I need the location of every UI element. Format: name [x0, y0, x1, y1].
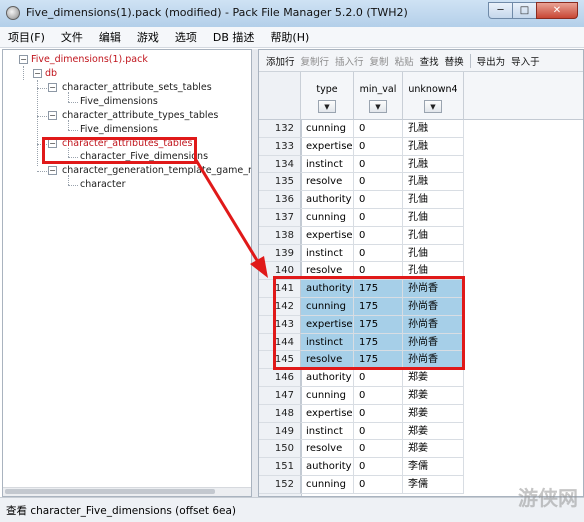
status-text: 查看 character_Five_dimensions (offset 6ea… — [6, 505, 236, 517]
watermark-logo: 游侠网 — [518, 486, 578, 510]
app-window: Five_dimensions(1).pack (modified) - Pac… — [0, 0, 584, 522]
status-bar: 查看 character_Five_dimensions (offset 6ea… — [0, 486, 584, 522]
annotation-arrow — [194, 159, 268, 278]
